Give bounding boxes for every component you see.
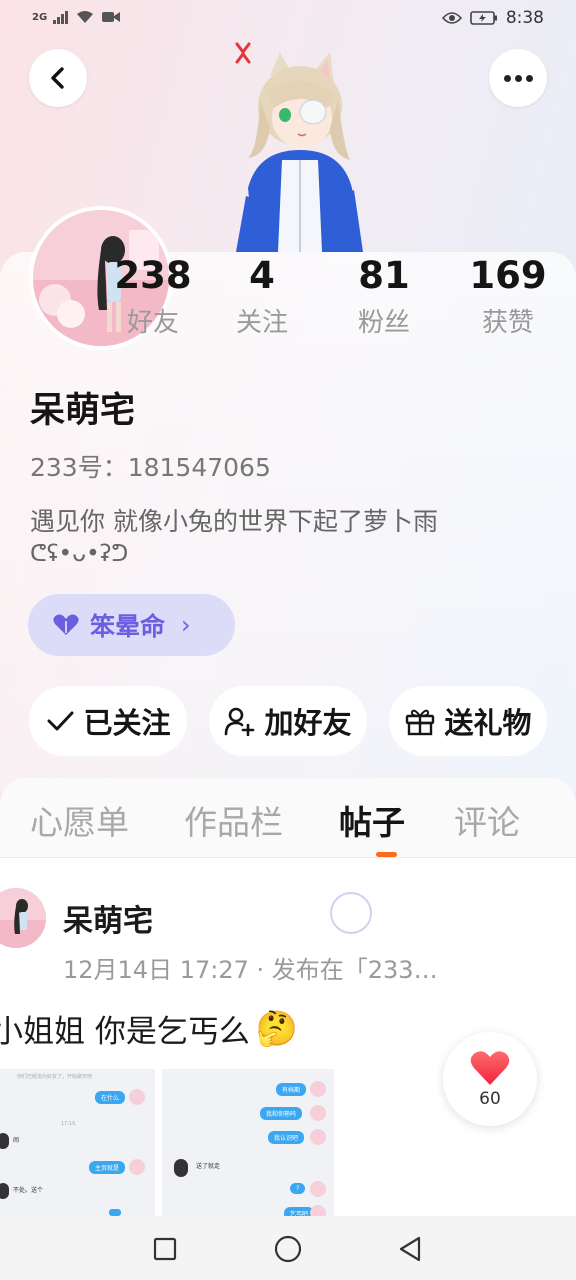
chevron-left-icon	[51, 67, 64, 89]
tab-wishlist[interactable]: 心愿单	[30, 796, 129, 844]
stat-likes[interactable]: 169 获赞	[453, 254, 563, 339]
chat-bubble-right: 我和你熟吗	[260, 1107, 303, 1120]
more-icon	[502, 74, 535, 82]
video-icon	[102, 12, 121, 22]
tag-label: 笨晕命	[90, 612, 166, 641]
like-count: 60	[479, 1089, 501, 1109]
bio-line-2: ᕦʢ•ᴗ•ʡᕤ	[30, 541, 129, 567]
stat-label: 粉丝	[357, 308, 410, 338]
chat-bubble-right: 有档期	[276, 1083, 307, 1096]
more-options-button[interactable]	[489, 49, 547, 107]
followed-button[interactable]: 已关注	[29, 686, 187, 756]
network-type: 2G	[32, 11, 48, 23]
stat-value: 81	[358, 254, 410, 297]
eye-icon	[441, 12, 462, 24]
post-text: 小姐姐 你是乞丐么	[0, 1014, 250, 1050]
stat-friends[interactable]: 238 好友	[98, 254, 208, 339]
stat-following[interactable]: 4 关注	[207, 254, 317, 339]
back-button[interactable]	[29, 49, 87, 107]
chat-bubble-left: 闹	[13, 1137, 20, 1144]
bio-line-1: 遇见你 就像小兔的世界下起了萝卜雨	[30, 507, 438, 536]
chat-bubble-right: 主页就是	[89, 1161, 126, 1174]
add-friend-label: 加好友	[264, 706, 352, 740]
square-icon	[153, 1237, 177, 1261]
post-image-1[interactable]: 你们已经加为好友了，开始聊天吧 17:16 在什么 主页就是 闹 不处。送个	[0, 1069, 155, 1216]
loading-spinner	[330, 892, 372, 934]
active-tab-indicator	[376, 852, 397, 857]
status-bar: 2G 8:38	[0, 0, 576, 40]
user-id[interactable]: 233号：181547065	[30, 448, 271, 484]
post-author-name[interactable]: 呆萌宅	[63, 896, 153, 940]
followed-label: 已关注	[83, 706, 171, 740]
tab-posts[interactable]: 帖子	[339, 796, 405, 844]
back-nav-button[interactable]	[394, 1233, 426, 1265]
stat-label: 关注	[235, 308, 288, 338]
add-friend-button[interactable]: 加好友	[209, 686, 367, 756]
send-gift-label: 送礼物	[444, 706, 532, 740]
gift-icon	[406, 709, 435, 736]
chat-time: 17:16	[61, 1121, 76, 1127]
tab-comments[interactable]: 评论	[454, 796, 520, 844]
chat-bubble-right: 在什么	[95, 1091, 126, 1104]
send-gift-button[interactable]: 送礼物	[389, 686, 547, 756]
stat-value: 169	[469, 254, 547, 297]
battery-icon	[470, 11, 497, 25]
chat-bubble-left: 不处。送个	[13, 1187, 44, 1194]
clock: 8:38	[505, 8, 544, 28]
post-image-2[interactable]: 有档期 我和你熟吗 我认识吧 送了就走 ? 乞丐吧	[162, 1069, 334, 1216]
heart-icon	[470, 1051, 510, 1085]
character-illustration	[235, 42, 363, 252]
heart-icon	[53, 614, 79, 635]
triangle-back-icon	[399, 1236, 421, 1262]
stat-label: 获赞	[481, 308, 534, 338]
chat-bubble-left: 送了就走	[196, 1163, 221, 1170]
post-content[interactable]: 小姐姐 你是乞丐么 🤔	[0, 1006, 298, 1051]
circle-icon	[274, 1235, 302, 1263]
stat-value: 238	[114, 254, 192, 297]
chat-notice: 你们已经加为好友了，开始聊天吧	[17, 1074, 93, 1080]
check-icon	[47, 711, 74, 731]
profile-name: 呆萌宅	[30, 391, 136, 431]
stat-followers[interactable]: 81 粉丝	[329, 254, 439, 339]
couple-tag-button[interactable]: 笨晕命 ›	[28, 594, 235, 656]
stat-value: 4	[249, 254, 275, 297]
like-button[interactable]: 60	[443, 1032, 537, 1126]
tab-works[interactable]: 作品栏	[184, 796, 283, 844]
post-author-avatar[interactable]	[0, 888, 46, 948]
home-button[interactable]	[272, 1233, 304, 1265]
thinking-emoji: 🤔	[255, 1008, 299, 1049]
chat-bubble-right: 我认识吧	[268, 1131, 305, 1144]
add-user-icon	[225, 707, 255, 736]
post-meta: 12月14日 17:27 · 发布在「233…	[63, 956, 438, 984]
signal-icon	[53, 10, 69, 24]
chevron-right-icon: ›	[181, 611, 191, 639]
profile-tabs: 心愿单 作品栏 帖子 评论	[0, 778, 576, 858]
system-nav-bar	[0, 1216, 576, 1280]
wifi-icon	[77, 11, 94, 23]
stat-label: 好友	[126, 308, 179, 338]
chat-bubble-right: ?	[290, 1183, 306, 1194]
avatar-photo	[0, 888, 46, 948]
recents-button[interactable]	[149, 1233, 181, 1265]
